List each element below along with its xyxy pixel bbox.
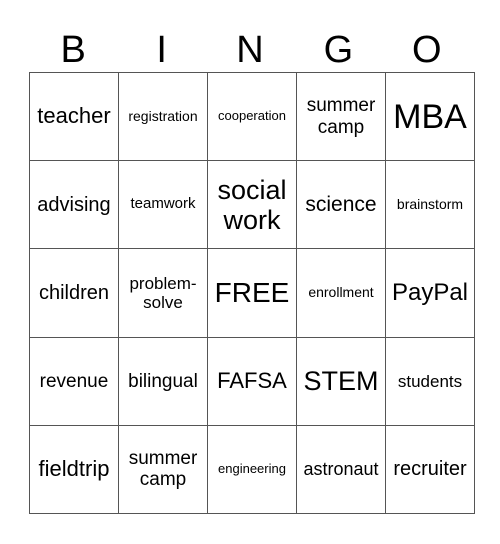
bingo-row: advising teamwork social work science brains… <box>29 160 475 250</box>
bingo-header: B I N G O <box>29 28 471 72</box>
bingo-cell[interactable]: enrollment <box>296 248 386 338</box>
bingo-cell[interactable]: fieldtrip <box>29 424 119 515</box>
bingo-card: teacher registration cooperation summer cam… <box>29 71 475 515</box>
bingo-cell[interactable]: teamwork <box>118 160 208 250</box>
bingo-cell[interactable]: STEM <box>296 336 386 426</box>
bingo-cell[interactable]: FREE <box>207 248 297 338</box>
bingo-cell[interactable]: children <box>29 248 119 338</box>
bingo-cell[interactable]: social work <box>207 160 297 250</box>
bingo-row: revenue bilingual FAFSA STEM students <box>29 336 475 426</box>
bingo-cell[interactable]: engineering <box>207 424 297 515</box>
bingo-cell[interactable]: astronaut <box>296 424 386 515</box>
bingo-cell[interactable]: recruiter <box>385 424 475 515</box>
bingo-cell[interactable]: science <box>296 160 386 250</box>
bingo-cell[interactable]: PayPal <box>385 248 475 338</box>
header-letter-i: I <box>156 29 167 71</box>
bingo-cell[interactable]: summer camp <box>296 71 386 162</box>
header-letter-b: B <box>60 29 86 71</box>
bingo-cell[interactable]: bilingual <box>118 336 208 426</box>
bingo-row: fieldtrip summer camp engineering astronaut… <box>29 424 475 515</box>
bingo-row: teacher registration cooperation summer cam… <box>29 71 475 162</box>
bingo-cell[interactable]: revenue <box>29 336 119 426</box>
header-letter-n: N <box>236 29 264 71</box>
bingo-row: children problem-solve FREE enrollment PayPa… <box>29 248 475 338</box>
bingo-cell[interactable]: students <box>385 336 475 426</box>
header-letter-o: O <box>412 29 442 71</box>
header-letter-g: G <box>323 29 354 71</box>
bingo-cell[interactable]: FAFSA <box>207 336 297 426</box>
bingo-cell[interactable]: problem-solve <box>118 248 208 338</box>
bingo-cell[interactable]: registration <box>118 71 208 162</box>
bingo-cell[interactable]: MBA <box>385 71 475 162</box>
bingo-cell[interactable]: brainstorm <box>385 160 475 250</box>
bingo-cell[interactable]: summer camp <box>118 424 208 515</box>
bingo-cell[interactable]: advising <box>29 160 119 250</box>
bingo-cell[interactable]: teacher <box>29 71 119 162</box>
bingo-cell[interactable]: cooperation <box>207 71 297 162</box>
